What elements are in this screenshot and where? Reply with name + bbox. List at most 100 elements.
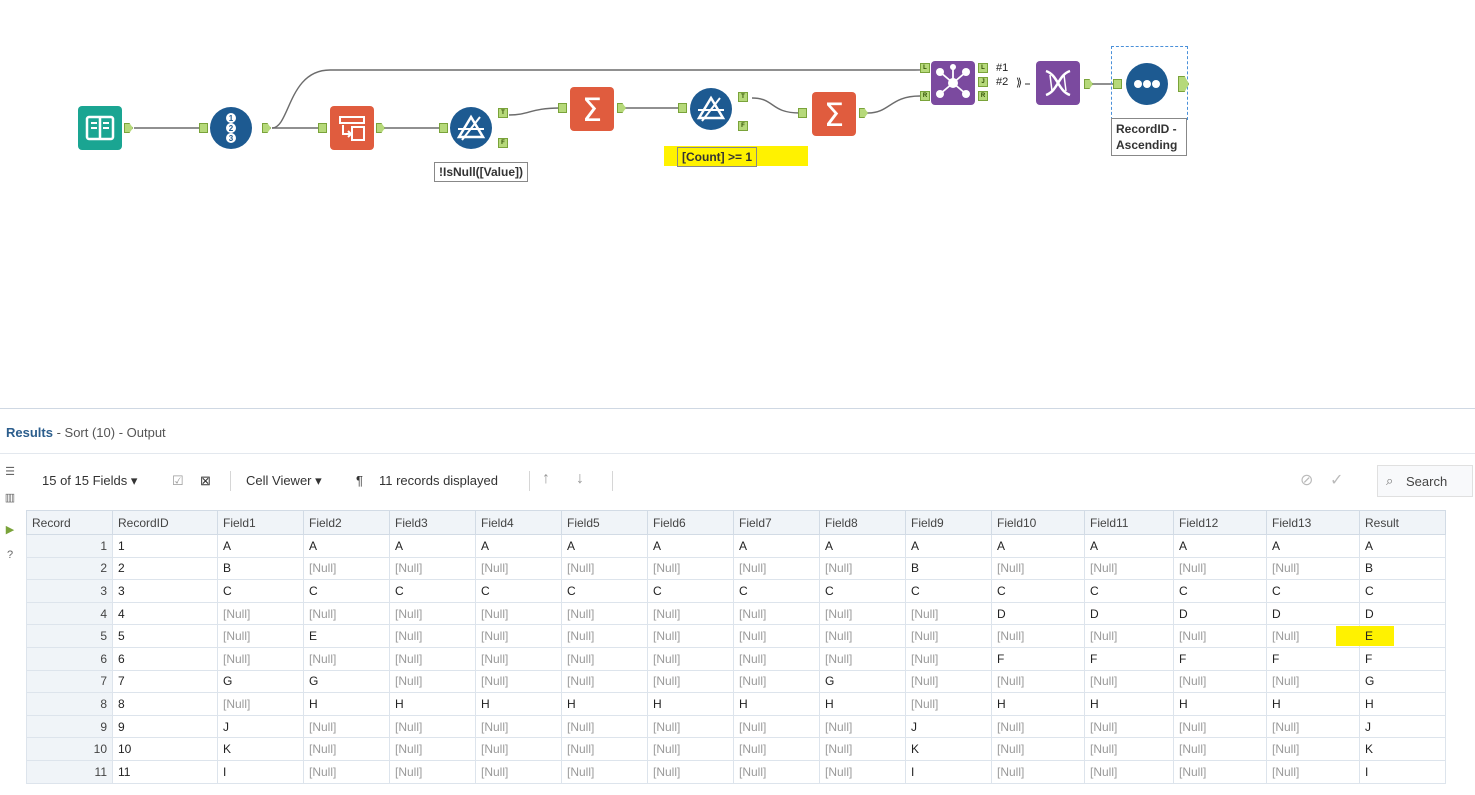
table-cell[interactable]: [Null] [733, 601, 820, 626]
table-cell[interactable]: [Null] [1173, 759, 1267, 784]
table-cell[interactable]: A [561, 534, 648, 558]
table-cell[interactable]: [Null] [475, 759, 562, 784]
column-header[interactable]: Field9 [905, 510, 992, 535]
table-cell[interactable]: D [1266, 601, 1360, 626]
column-header[interactable]: Field8 [819, 510, 906, 535]
table-cell[interactable]: A [991, 534, 1085, 558]
table-cell[interactable]: 1 [112, 534, 218, 558]
table-cell[interactable]: A [733, 534, 820, 558]
table-cell[interactable]: [Null] [389, 737, 476, 761]
table-cell[interactable]: [Null] [733, 624, 820, 648]
table-row[interactable]: 5 5 [Null] E [Null] [Null] [Null] [Null] [Null][… [26, 624, 1446, 648]
table-cell[interactable]: C [905, 579, 992, 603]
table-cell[interactable]: [Null] [647, 759, 734, 784]
table-cell[interactable]: D [991, 601, 1085, 626]
input-anchor[interactable] [678, 103, 687, 113]
false-anchor[interactable]: F [498, 138, 508, 148]
table-cell[interactable]: [Null] [905, 692, 992, 716]
column-header[interactable]: Field3 [389, 510, 476, 535]
column-header[interactable]: Record [26, 510, 113, 535]
table-cell[interactable]: H [819, 692, 906, 716]
help-icon[interactable]: ? [3, 549, 17, 563]
workflow-canvas[interactable]: 1 2 3 T F !IsNull([Value]) Σ T F [Count]… [0, 0, 1475, 406]
table-row[interactable]: 9 9 J [Null] [Null] [Null] [Null] [Null] [Null][… [26, 714, 1446, 739]
table-cell[interactable]: [Null] [905, 624, 992, 648]
table-cell[interactable]: G [303, 669, 390, 694]
table-cell[interactable]: H [733, 692, 820, 716]
cell-viewer-dropdown[interactable]: Cell Viewer ▾ [246, 473, 322, 489]
table-cell[interactable]: G [1359, 669, 1446, 694]
table-cell[interactable]: [Null] [217, 646, 304, 671]
true-anchor[interactable]: T [498, 108, 508, 118]
table-cell[interactable]: 6 [112, 646, 218, 671]
table-cell[interactable]: [Null] [217, 601, 304, 626]
table-cell[interactable]: E [303, 624, 390, 648]
table-cell[interactable]: F [1084, 646, 1174, 671]
table-cell[interactable]: [Null] [647, 714, 734, 739]
multi-field-tool[interactable] [1036, 61, 1080, 105]
fields-dropdown[interactable]: 15 of 15 Fields ▾ [42, 473, 137, 489]
table-cell[interactable]: [Null] [475, 737, 562, 761]
table-cell[interactable]: [Null] [819, 737, 906, 761]
table-cell[interactable]: F [1173, 646, 1267, 671]
table-cell[interactable]: 7 [112, 669, 218, 694]
table-cell[interactable]: J [905, 714, 992, 739]
table-cell[interactable]: A [819, 534, 906, 558]
table-cell[interactable]: F [1266, 646, 1360, 671]
table-cell[interactable]: 11 [112, 759, 218, 784]
filter-tool[interactable] [690, 88, 732, 130]
table-cell[interactable]: 9 [112, 714, 218, 739]
input-anchor[interactable] [439, 123, 448, 133]
table-cell[interactable]: C [819, 579, 906, 603]
table-cell[interactable]: [Null] [1173, 624, 1267, 648]
list-icon[interactable]: ☰ [3, 465, 17, 479]
table-cell[interactable]: A [303, 534, 390, 558]
right-out-anchor[interactable]: R [978, 91, 988, 101]
table-cell[interactable]: [Null] [1173, 737, 1267, 761]
column-header[interactable]: Field2 [303, 510, 390, 535]
table-cell[interactable]: [Null] [475, 624, 562, 648]
table-cell[interactable]: [Null] [389, 601, 476, 626]
table-cell[interactable]: [Null] [733, 737, 820, 761]
table-cell[interactable]: [Null] [1266, 556, 1360, 581]
table-cell[interactable]: [Null] [647, 737, 734, 761]
table-cell[interactable]: H [303, 692, 390, 716]
column-header[interactable]: Field5 [561, 510, 648, 535]
table-cell[interactable]: [Null] [217, 624, 304, 648]
table-cell[interactable]: 5 [112, 624, 218, 648]
table-cell[interactable]: K [905, 737, 992, 761]
table-cell[interactable]: K [217, 737, 304, 761]
table-cell[interactable]: [Null] [303, 646, 390, 671]
table-row[interactable]: 33CCCCCCCCCCCCCC [26, 579, 1446, 603]
table-cell[interactable]: [Null] [733, 646, 820, 671]
table-cell[interactable]: [Null] [303, 556, 390, 581]
table-cell[interactable]: [Null] [905, 669, 992, 694]
table-cell[interactable]: F [1359, 646, 1446, 671]
column-header[interactable]: Field7 [733, 510, 820, 535]
table-cell[interactable]: [Null] [475, 601, 562, 626]
table-cell[interactable]: I [217, 759, 304, 784]
table-cell[interactable]: [Null] [1084, 556, 1174, 581]
table-cell[interactable]: I [905, 759, 992, 784]
summarize-tool[interactable]: Σ [570, 87, 614, 131]
table-cell[interactable]: [Null] [991, 714, 1085, 739]
table-cell[interactable]: [Null] [561, 759, 648, 784]
table-cell[interactable]: F [991, 646, 1085, 671]
table-cell[interactable]: [Null] [819, 556, 906, 581]
table-cell[interactable]: B [217, 556, 304, 581]
table-cell[interactable]: G [217, 669, 304, 694]
table-cell[interactable]: [Null] [1173, 714, 1267, 739]
table-cell[interactable]: [Null] [819, 759, 906, 784]
column-header[interactable]: Field4 [475, 510, 562, 535]
table-cell[interactable]: C [389, 579, 476, 603]
table-cell[interactable]: A [217, 534, 304, 558]
input-anchor[interactable] [199, 123, 208, 133]
table-cell[interactable]: H [1359, 692, 1446, 716]
filter-tool[interactable] [450, 107, 492, 149]
table-cell[interactable]: 2 [112, 556, 218, 581]
table-cell[interactable]: K [1359, 737, 1446, 761]
table-cell[interactable]: [Null] [991, 556, 1085, 581]
table-cell[interactable]: A [1084, 534, 1174, 558]
table-cell[interactable]: J [1359, 714, 1446, 739]
table-cell[interactable]: [Null] [733, 669, 820, 694]
